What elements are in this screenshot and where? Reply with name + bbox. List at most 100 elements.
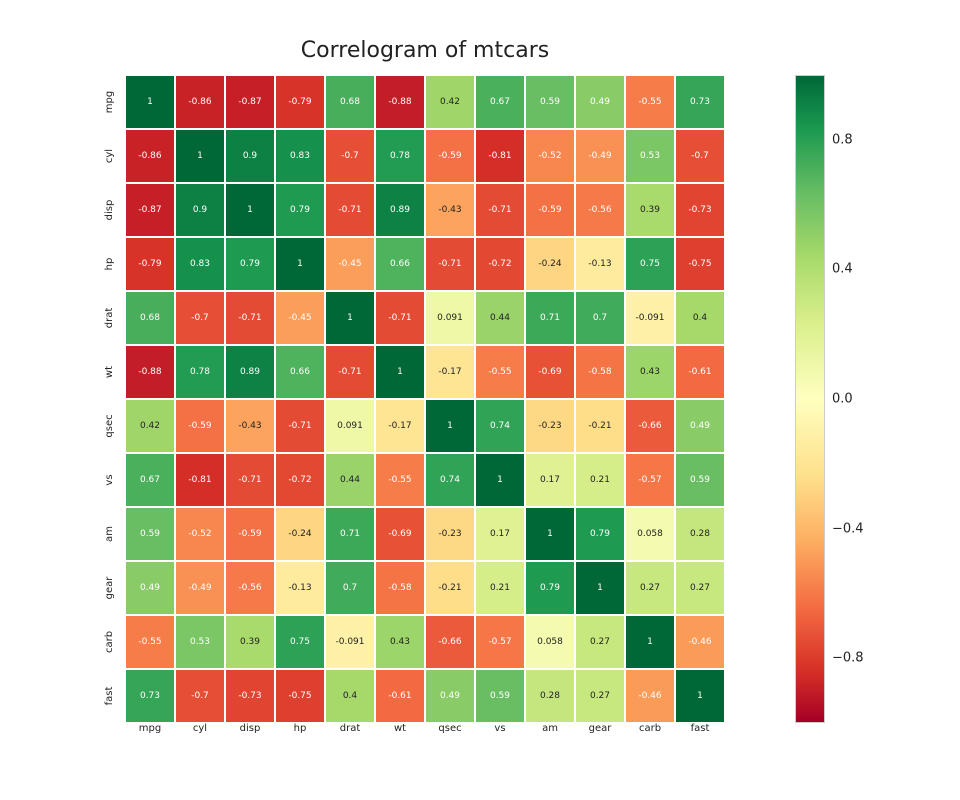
colorbar-ticks: 0.80.40.0−0.4−0.8 [832,75,892,723]
heatmap-cell: 1 [325,291,375,345]
heatmap-cell: -0.57 [475,615,525,669]
heatmap-cell: -0.55 [625,75,675,129]
heatmap-cell: 1 [275,237,325,291]
heatmap-cell: -0.52 [525,129,575,183]
heatmap-cell: -0.23 [525,399,575,453]
y-axis-ticks: mpgcyldisphpdratwtqsecvsamgearcarbfast [95,75,123,723]
heatmap-cell: -0.59 [525,183,575,237]
heatmap-cell: -0.81 [175,453,225,507]
heatmap-cell: 0.058 [525,615,575,669]
heatmap-cell: 0.78 [375,129,425,183]
heatmap-cell: 0.43 [625,345,675,399]
y-tick-label: carb [82,628,136,656]
heatmap-cell: -0.71 [475,183,525,237]
heatmap-cell: -0.091 [325,615,375,669]
x-tick-label: disp [225,723,275,734]
heatmap-cell: -0.56 [225,561,275,615]
heatmap-cell: -0.71 [225,453,275,507]
x-axis-ticks: mpgcyldisphpdratwtqsecvsamgearcarbfast [125,723,725,734]
heatmap-cell: -0.55 [375,453,425,507]
heatmap-cell: 0.59 [525,75,575,129]
heatmap-cell: 0.21 [475,561,525,615]
x-tick-label: wt [375,723,425,734]
heatmap-cell: 0.4 [675,291,725,345]
heatmap-cell: 1 [625,615,675,669]
heatmap-cell: -0.56 [575,183,625,237]
y-tick-label: qsec [82,412,136,440]
heatmap-cell: -0.091 [625,291,675,345]
colorbar-tick-label: 0.8 [832,132,853,147]
heatmap-cell: -0.72 [275,453,325,507]
heatmap-cell: -0.58 [575,345,625,399]
x-tick-label: carb [625,723,675,734]
colorbar-tick-label: 0.0 [832,392,853,407]
heatmap-cell: 0.75 [625,237,675,291]
heatmap-cell: 0.17 [525,453,575,507]
heatmap-cell: -0.71 [375,291,425,345]
heatmap-cell: 0.7 [325,561,375,615]
heatmap-cell: 1 [375,345,425,399]
heatmap-cell: -0.59 [225,507,275,561]
heatmap-cell: -0.55 [475,345,525,399]
heatmap-cell: -0.7 [325,129,375,183]
heatmap-cell: 0.67 [475,75,525,129]
heatmap-cell: -0.13 [575,237,625,291]
heatmap-cell: 0.27 [575,615,625,669]
heatmap-cell: -0.86 [175,75,225,129]
y-tick-label: mpg [82,88,136,116]
heatmap-cell: 0.59 [675,453,725,507]
heatmap-cell: -0.79 [275,75,325,129]
heatmap-cell: -0.24 [525,237,575,291]
heatmap-cell: -0.21 [575,399,625,453]
heatmap-cell: 0.79 [575,507,625,561]
heatmap-cell: -0.13 [275,561,325,615]
y-tick-label: cyl [82,142,136,170]
figure: Correlogram of mtcars 1-0.86-0.87-0.790.… [0,0,960,800]
heatmap-cell: 1 [225,183,275,237]
x-tick-label: fast [675,723,725,734]
heatmap-cell: -0.59 [425,129,475,183]
heatmap-cell: 0.71 [325,507,375,561]
heatmap-cell: 0.42 [425,75,475,129]
heatmap-cell: -0.71 [325,345,375,399]
heatmap-cell: -0.59 [175,399,225,453]
heatmap-cell: -0.81 [475,129,525,183]
heatmap-cell: 0.79 [225,237,275,291]
heatmap-cell: 0.28 [525,669,575,723]
y-tick-label: wt [82,358,136,386]
heatmap-cell: 0.44 [325,453,375,507]
heatmap-cell: 0.66 [375,237,425,291]
colorbar-gradient [795,75,825,723]
heatmap-cell: 0.091 [425,291,475,345]
heatmap-cell: 0.75 [275,615,325,669]
y-tick-label: drat [82,304,136,332]
x-tick-label: am [525,723,575,734]
heatmap-cell: -0.57 [625,453,675,507]
heatmap-cell: -0.75 [275,669,325,723]
heatmap-cell: -0.71 [225,291,275,345]
heatmap-cell: 0.49 [575,75,625,129]
heatmap-cell: 0.27 [625,561,675,615]
heatmap-cell: 0.27 [675,561,725,615]
heatmap-cell: -0.72 [475,237,525,291]
heatmap-cell: -0.46 [625,669,675,723]
heatmap-cell: -0.45 [275,291,325,345]
heatmap-cell: 0.83 [175,237,225,291]
heatmap-grid: 1-0.86-0.87-0.790.68-0.880.420.670.590.4… [125,75,725,723]
y-tick-label: am [82,520,136,548]
heatmap-cell: 0.83 [275,129,325,183]
heatmap-cell: -0.66 [625,399,675,453]
heatmap-cell: 0.74 [475,399,525,453]
heatmap-cell: 1 [175,129,225,183]
heatmap-cell: -0.52 [175,507,225,561]
heatmap-cell: -0.71 [425,237,475,291]
heatmap-cell: 0.53 [175,615,225,669]
x-tick-label: gear [575,723,625,734]
heatmap-cell: 0.091 [325,399,375,453]
heatmap-cell: -0.73 [675,183,725,237]
heatmap-cell: -0.21 [425,561,475,615]
heatmap-cell: 0.79 [275,183,325,237]
x-tick-label: qsec [425,723,475,734]
heatmap-cell: 1 [675,669,725,723]
heatmap-cell: -0.73 [225,669,275,723]
